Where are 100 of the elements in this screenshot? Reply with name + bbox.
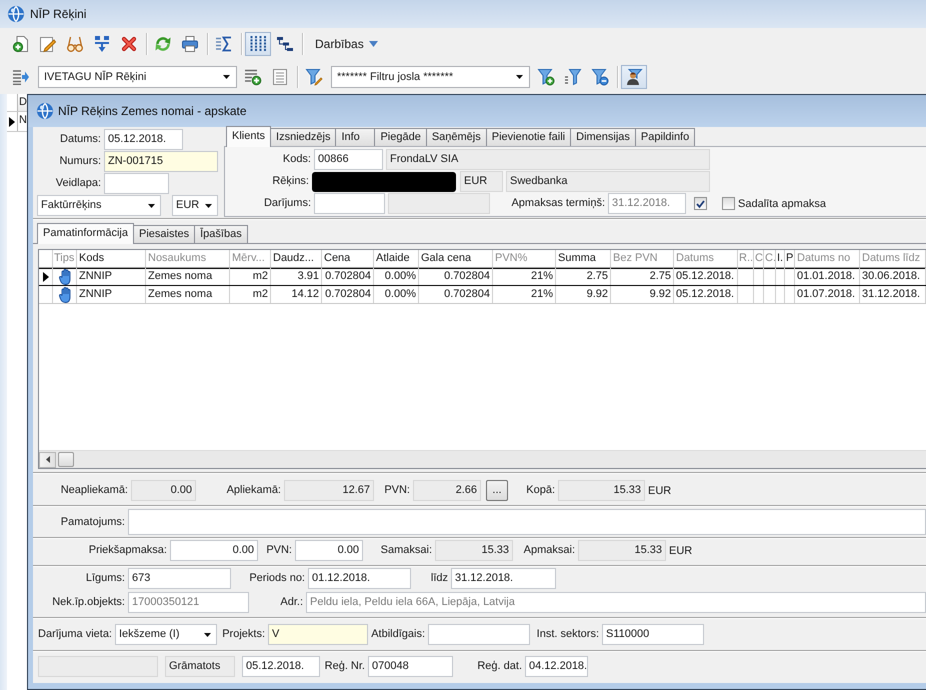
glasses-icon[interactable] [67,36,83,52]
hand-icon [58,286,70,302]
column-header[interactable]: Summa [556,250,611,267]
column-header[interactable]: P [785,250,795,267]
cross-icon[interactable] [121,36,137,52]
tab[interactable]: Info [335,128,376,146]
field-label: Datums: [59,132,102,147]
tab[interactable]: Piegāde [374,128,427,146]
filter-list-icon[interactable] [565,68,581,84]
left-arrow-icon [46,456,50,463]
text-field[interactable]: 0.00 [295,540,363,561]
layout-select[interactable]: IVETAGU NĪP Rēķini [38,66,237,88]
tab[interactable]: Saņēmējs [426,128,487,146]
more-button[interactable]: ... [486,480,508,501]
globe-icon [8,6,24,22]
add-document-icon[interactable] [13,36,29,52]
text-field[interactable]: 05.12.2018. [242,656,320,677]
tab[interactable]: Piesaistes [132,225,196,243]
dropdown-arrow-icon [204,632,211,636]
column-header[interactable]: D [18,94,27,111]
tab[interactable]: Klients [226,126,272,147]
column-header[interactable]: I. [776,250,785,267]
field-label: Darījuma vieta: [37,627,113,642]
tab[interactable]: Papildinfo [634,128,696,146]
table-row[interactable]: ZNNIP Zemes noma m2 14.12 0.702804 0.00% 0.702804 21% 9.92 9.92 05.12.2018. 01.07.2018. 31.12.2018. [39,286,926,304]
text-field[interactable]: S110000 [602,624,704,645]
table-cell-text: N [18,113,27,128]
disabled-field: 31.12.2018. [608,193,686,214]
readonly-field: 15.33 [578,540,666,561]
table-cell: 9.92 [556,286,611,303]
readonly-field: 2.66 [413,480,481,501]
dialog-title: NĪP Rēķins Zemes nomai - apskate [58,104,247,118]
field-label: Reģ. dat. [476,659,523,674]
actions-menu-button[interactable]: Darbības [309,32,384,56]
field-label: Kopā: [525,483,556,498]
column-header[interactable]: Gala cena [419,250,493,267]
column-header[interactable]: Daudz... [271,250,322,267]
readonly-field: EUR [460,171,503,192]
column-header[interactable]: Atlaide [374,250,419,267]
split-arrow-icon[interactable] [94,36,110,52]
field-label: Pamatojums: [60,514,126,530]
text-field[interactable]: 070048 [368,656,453,677]
field-label: līdz [430,571,449,586]
printer-icon[interactable] [182,36,198,52]
dropdown-field[interactable]: Faktūrrēķins [37,195,161,216]
column-view-button[interactable] [245,32,271,56]
list-arrow-icon[interactable] [13,68,29,84]
list-add-icon[interactable] [245,68,261,84]
table-cell: 2.75 [611,268,674,285]
tab[interactable]: Īpašības [194,225,248,243]
text-field[interactable]: 31.12.2018. [451,568,556,589]
sum-icon[interactable] [216,36,232,52]
column-header[interactable]: Cena [322,250,374,267]
table-cell: 0.702804 [419,286,493,303]
tab[interactable]: Dimensijas [570,128,636,146]
dropdown-arrow-icon [516,74,523,78]
field-label: Darījums: [262,196,312,211]
table-cell: 3.91 [271,268,322,285]
tree-icon[interactable] [277,36,293,52]
list-icon[interactable] [272,68,288,84]
unit-label: EUR [648,484,672,496]
text-field[interactable]: ZN-001715 [104,151,218,172]
text-field[interactable]: 01.12.2018. [308,568,411,589]
column-header[interactable]: Kods [77,250,146,267]
filter-add-icon[interactable] [538,68,554,84]
text-field[interactable]: 673 [128,568,231,589]
tab[interactable]: Pamatinformācija [37,223,134,244]
user-filter-button[interactable] [621,64,647,88]
table-cell: 01.07.2018. [795,286,860,303]
pencil-icon[interactable] [40,36,56,52]
checkbox-label: Sadalīta apmaksa [738,198,826,210]
text-field[interactable]: 00866 [314,149,383,170]
table-cell: 2.75 [556,268,611,285]
table-cell: Zemes noma [146,268,230,285]
text-field[interactable] [428,624,530,645]
table-cell: 0.00% [374,268,419,285]
field-label: PVN: [383,483,411,498]
text-field[interactable]: 05.12.2018. [104,129,183,150]
text-field[interactable] [128,509,926,535]
text-field[interactable]: 04.12.2018. [525,656,588,677]
text-field[interactable] [314,193,385,214]
caret-icon [368,40,378,46]
checkbox[interactable] [722,197,735,210]
text-field[interactable]: V [268,624,368,645]
text-field[interactable] [104,173,169,194]
dropdown-field[interactable]: EUR [172,195,218,216]
table-row[interactable]: ZNNIP Zemes noma m2 3.91 0.702804 0.00% 0.702804 21% 2.75 2.75 05.12.2018. 01.01.2018. 30.06.2018. [39,268,926,286]
refresh-icon[interactable] [155,36,171,52]
text-field[interactable]: 0.00 [170,540,258,561]
tab[interactable]: Pievienotie faili [486,128,572,146]
checkbox[interactable] [694,197,707,210]
scroll-thumb[interactable] [58,452,74,467]
filter-edit-icon[interactable] [306,68,322,84]
field-label: Priekšapmaksa: [88,543,168,558]
tab[interactable]: Izsniedzējs [270,128,336,146]
scroll-left-button[interactable] [39,452,56,468]
table-cell: 01.01.2018. [795,268,860,285]
filter-select[interactable]: ******* Filtru josla ******* [331,66,530,88]
dropdown-field[interactable]: Iekšzeme (I) [115,624,217,645]
table-cell: ZNNIP [77,268,146,285]
